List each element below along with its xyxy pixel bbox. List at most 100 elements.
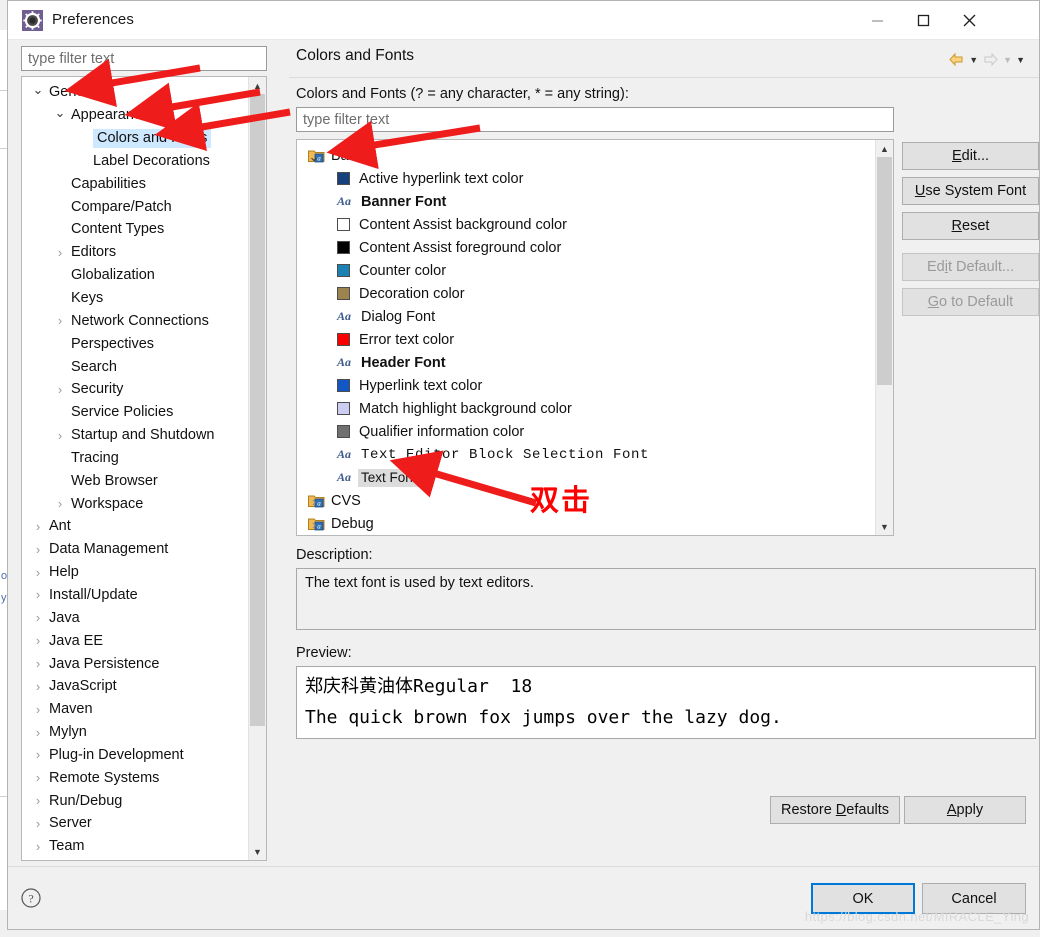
sidebar-item-tracing[interactable]: Tracing — [22, 447, 250, 470]
sidebar-item-keys[interactable]: Keys — [22, 287, 250, 310]
chevron-right-icon[interactable]: › — [31, 794, 45, 807]
back-dropdown-caret[interactable]: ▼ — [969, 55, 978, 65]
scroll-up-icon[interactable]: ▲ — [249, 77, 266, 94]
chevron-right-icon[interactable]: › — [53, 429, 67, 442]
sidebar-item-colors-and-fonts[interactable]: Colors and Fonts — [22, 127, 250, 150]
chevron-right-icon[interactable]: › — [31, 588, 45, 601]
cf-group-basic[interactable]: ⌄ a Basic — [297, 144, 893, 167]
cf-color-qualifier-information-color[interactable]: Qualifier information color — [297, 420, 893, 443]
sidebar-item-java-ee[interactable]: › Java EE — [22, 629, 250, 652]
sidebar-item-help[interactable]: › Help — [22, 561, 250, 584]
sidebar-item-ant[interactable]: › Ant — [22, 515, 250, 538]
apply-button[interactable]: Apply — [904, 796, 1026, 824]
maximize-button[interactable] — [900, 1, 946, 39]
cf-group-cvs[interactable]: › a CVS — [297, 489, 893, 512]
chevron-right-icon[interactable]: › — [308, 495, 320, 508]
minimize-button[interactable] — [854, 1, 900, 39]
cf-font-text-font[interactable]: Aa Text Font — [297, 466, 893, 489]
chevron-right-icon[interactable]: › — [31, 520, 45, 533]
colors-fonts-filter-input[interactable] — [296, 107, 894, 132]
help-question-icon[interactable]: ? — [20, 887, 42, 909]
sidebar-item-general[interactable]: ⌄ General — [22, 81, 250, 104]
cf-font-dialog-font[interactable]: Aa Dialog Font — [297, 305, 893, 328]
edit-button[interactable]: Edit... — [902, 142, 1039, 170]
cf-color-content-assist-foreground-color[interactable]: Content Assist foreground color — [297, 236, 893, 259]
chevron-right-icon[interactable]: › — [53, 383, 67, 396]
chevron-right-icon[interactable]: › — [53, 314, 67, 327]
colors-fonts-tree[interactable]: ⌄ a Basic Active hyperlink text color Aa Bann… — [296, 139, 894, 536]
sidebar-item-web-browser[interactable]: Web Browser — [22, 469, 250, 492]
back-arrow-icon[interactable] — [948, 51, 965, 68]
chevron-down-icon[interactable]: ⌄ — [53, 106, 67, 119]
sidebar-item-server[interactable]: › Server — [22, 812, 250, 835]
sidebar-item-plug-in-development[interactable]: › Plug-in Development — [22, 743, 250, 766]
view-menu-caret[interactable]: ▼ — [1016, 55, 1025, 65]
chevron-right-icon[interactable]: › — [31, 726, 45, 739]
sidebar-item-workspace[interactable]: › Workspace — [22, 492, 250, 515]
cf-color-counter-color[interactable]: Counter color — [297, 259, 893, 282]
use-system-font-button[interactable]: Use System Font — [902, 177, 1039, 205]
sidebar-item-perspectives[interactable]: Perspectives — [22, 332, 250, 355]
reset-button[interactable]: Reset — [902, 212, 1039, 240]
sidebar-item-search[interactable]: Search — [22, 355, 250, 378]
chevron-right-icon[interactable]: › — [31, 703, 45, 716]
cf-color-error-text-color[interactable]: Error text color — [297, 328, 893, 351]
chevron-right-icon[interactable]: › — [31, 817, 45, 830]
cf-font-text-editor-block-selection-font[interactable]: Aa Text Editor Block Selection Font — [297, 443, 893, 466]
cf-color-match-highlight-background-color[interactable]: Match highlight background color — [297, 397, 893, 420]
sidebar-scrollbar[interactable]: ▲ ▼ — [248, 77, 266, 860]
cf-group-debug[interactable]: › a Debug — [297, 512, 893, 535]
sidebar-scroll-thumb[interactable] — [250, 94, 265, 726]
chevron-right-icon[interactable]: › — [31, 771, 45, 784]
sidebar-item-javascript[interactable]: › JavaScript — [22, 675, 250, 698]
sidebar-item-service-policies[interactable]: Service Policies — [22, 401, 250, 424]
cf-color-hyperlink-text-color[interactable]: Hyperlink text color — [297, 374, 893, 397]
chevron-right-icon[interactable]: › — [53, 246, 67, 259]
sidebar-item-java[interactable]: › Java — [22, 606, 250, 629]
restore-defaults-button[interactable]: Restore Defaults — [770, 796, 900, 824]
chevron-right-icon[interactable]: › — [31, 543, 45, 556]
chevron-right-icon[interactable]: › — [31, 611, 45, 624]
cf-color-active-hyperlink-text-color[interactable]: Active hyperlink text color — [297, 167, 893, 190]
chevron-down-icon[interactable]: ⌄ — [308, 150, 320, 163]
cf-color-decoration-color[interactable]: Decoration color — [297, 282, 893, 305]
cf-scroll-up-icon[interactable]: ▲ — [876, 140, 893, 157]
sidebar-item-globalization[interactable]: Globalization — [22, 264, 250, 287]
chevron-right-icon[interactable]: › — [53, 497, 67, 510]
scroll-down-icon[interactable]: ▼ — [249, 843, 266, 860]
chevron-right-icon[interactable]: › — [31, 657, 45, 670]
sidebar-item-content-types[interactable]: Content Types — [22, 218, 250, 241]
sidebar-item-maven[interactable]: › Maven — [22, 698, 250, 721]
sidebar-item-data-management[interactable]: › Data Management — [22, 538, 250, 561]
sidebar-item-run-debug[interactable]: › Run/Debug — [22, 789, 250, 812]
cf-font-header-font[interactable]: Aa Header Font — [297, 351, 893, 374]
cf-scroll-down-icon[interactable]: ▼ — [876, 518, 893, 535]
colors-fonts-scrollbar[interactable]: ▲ ▼ — [875, 140, 893, 535]
chevron-right-icon[interactable]: › — [31, 680, 45, 693]
sidebar-item-label-decorations[interactable]: Label Decorations — [22, 150, 250, 173]
sidebar-item-java-persistence[interactable]: › Java Persistence — [22, 652, 250, 675]
chevron-right-icon[interactable]: › — [31, 634, 45, 647]
chevron-right-icon[interactable]: › — [31, 748, 45, 761]
sidebar-item-remote-systems[interactable]: › Remote Systems — [22, 766, 250, 789]
sidebar-item-compare-patch[interactable]: Compare/Patch — [22, 195, 250, 218]
sidebar-item-mylyn[interactable]: › Mylyn — [22, 721, 250, 744]
cf-font-banner-font[interactable]: Aa Banner Font — [297, 190, 893, 213]
sidebar-item-capabilities[interactable]: Capabilities — [22, 172, 250, 195]
chevron-right-icon[interactable]: › — [31, 840, 45, 853]
cf-color-content-assist-background-color[interactable]: Content Assist background color — [297, 213, 893, 236]
sidebar-item-team[interactable]: › Team — [22, 835, 250, 858]
chevron-down-icon[interactable]: ⌄ — [31, 83, 45, 96]
sidebar-item-startup-and-shutdown[interactable]: › Startup and Shutdown — [22, 424, 250, 447]
sidebar-item-appearance[interactable]: ⌄ Appearance — [22, 104, 250, 127]
preferences-tree[interactable]: ⌄ General ⌄ Appearance Colors and Fonts Label… — [21, 76, 267, 861]
sidebar-filter-input[interactable] — [21, 46, 267, 71]
sidebar-item-editors[interactable]: › Editors — [22, 241, 250, 264]
chevron-right-icon[interactable]: › — [308, 518, 320, 531]
sidebar-item-install-update[interactable]: › Install/Update — [22, 584, 250, 607]
cf-scroll-thumb[interactable] — [877, 157, 892, 385]
sidebar-item-security[interactable]: › Security — [22, 378, 250, 401]
chevron-right-icon[interactable]: › — [31, 566, 45, 579]
sidebar-item-network-connections[interactable]: › Network Connections — [22, 309, 250, 332]
close-button[interactable] — [946, 1, 992, 39]
